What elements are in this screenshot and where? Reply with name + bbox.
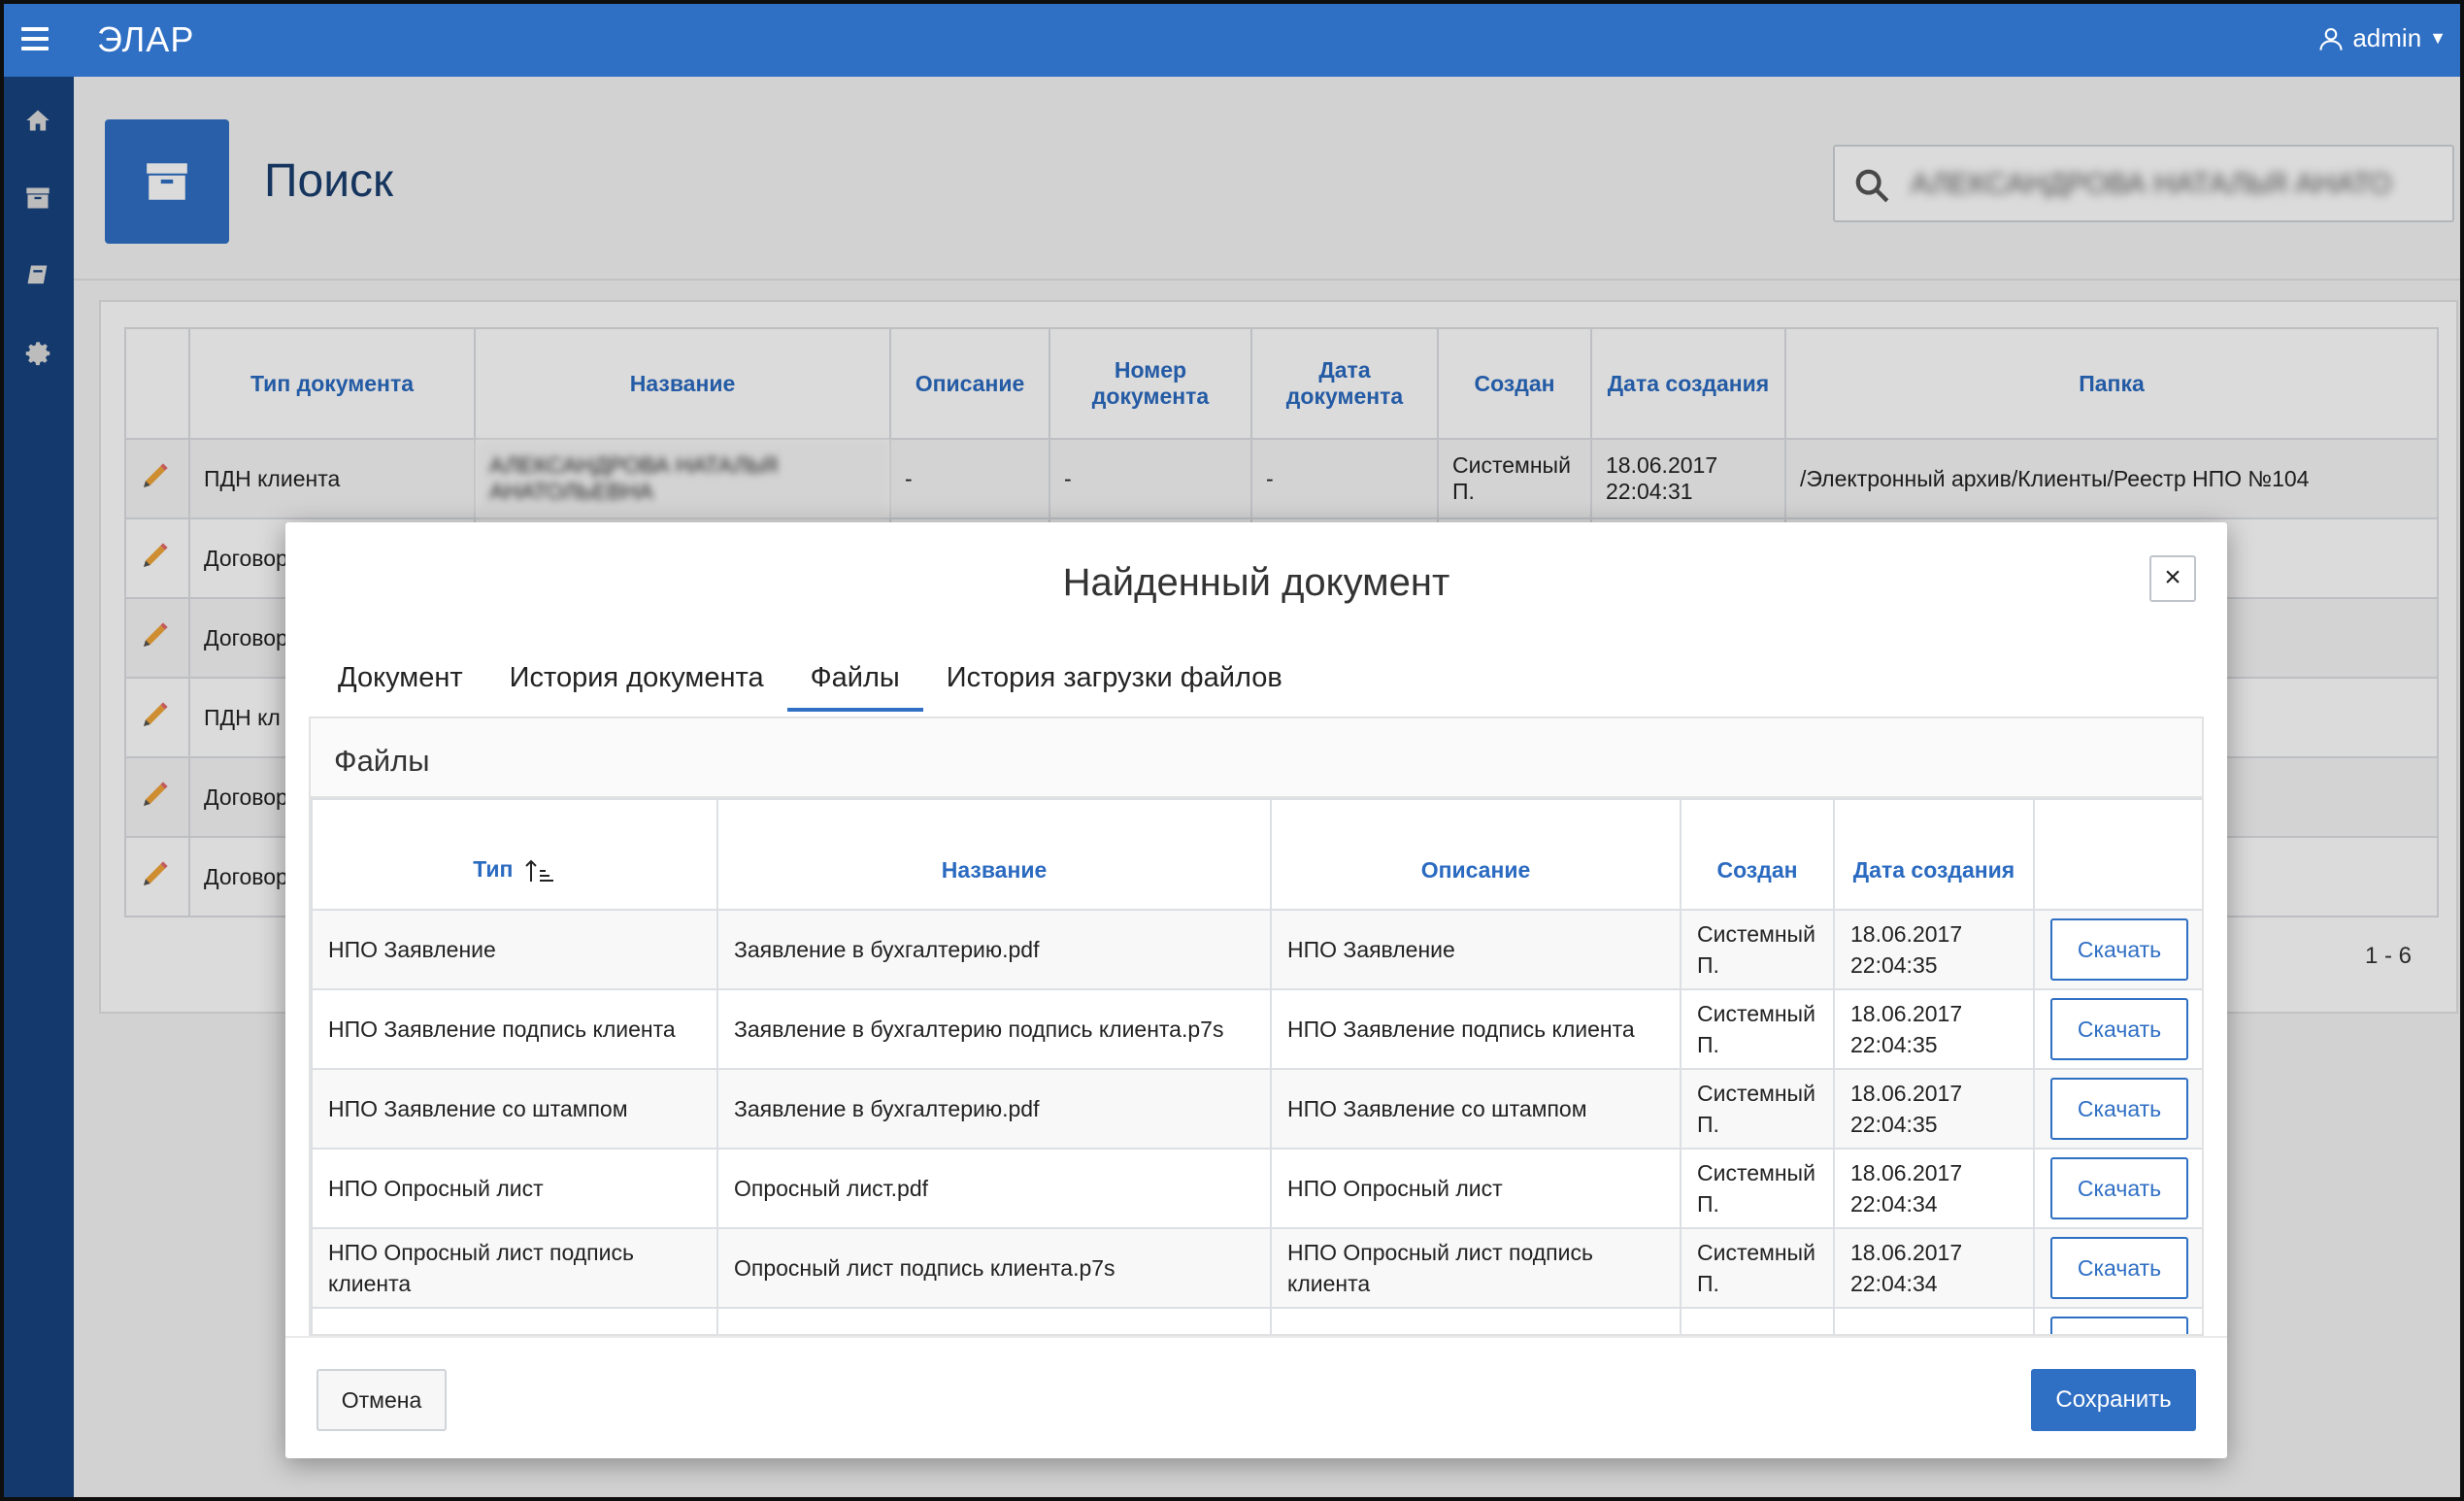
found-document-dialog: Найденный документ × Документ История до…	[285, 522, 2227, 1458]
cell-created-by: Системный П.	[1680, 1148, 1835, 1229]
column-header-type[interactable]: Тип	[311, 798, 718, 911]
table-row: НПО Опросный лист подпись клиента Опросн…	[311, 1227, 2202, 1309]
dialog-footer: Отмена Сохранить	[285, 1336, 2227, 1458]
tab-document[interactable]: Документ	[315, 656, 486, 712]
files-section-title: Файлы	[311, 718, 2202, 798]
menu-icon[interactable]	[21, 27, 49, 52]
column-header-actions	[2033, 798, 2202, 911]
close-button[interactable]: ×	[2149, 555, 2196, 602]
cell-created-by: Системный П.	[1680, 909, 1835, 990]
table-row: НПО Опросный лист Опросный лист.pdf НПО …	[311, 1148, 2202, 1229]
cell-type: НПО Заявление со штампом	[311, 1068, 718, 1150]
download-button[interactable]: Скачать	[2050, 1078, 2188, 1140]
column-header-created[interactable]: Дата создания	[1833, 798, 2035, 911]
user-menu[interactable]: admin ▼	[2317, 23, 2447, 53]
column-header-name[interactable]: Название	[716, 798, 1272, 911]
cell-type: НПО Заявление	[311, 909, 718, 990]
cell-created: 18.06.2017	[1833, 1307, 2035, 1334]
cell-description: НПО Опросный лист подпись	[1270, 1307, 1682, 1334]
table-row: НПО Заявление Заявление в бухгалтерию.pd…	[311, 909, 2202, 990]
files-section[interactable]: Файлы Тип Название Описание Создан Дата …	[309, 717, 2204, 1336]
cell-created: 18.06.2017 22:04:35	[1833, 988, 2035, 1070]
cell-name: Опросный лист подпись сотрудника	[716, 1307, 1272, 1334]
brand-logo[interactable]: ЭЛАР	[97, 19, 194, 60]
sort-ascending-icon[interactable]	[523, 858, 556, 884]
cell-actions: Скачать	[2033, 1307, 2202, 1334]
column-header-type-label: Тип	[473, 856, 514, 883]
top-bar: ЭЛАР admin ▼	[4, 4, 2460, 77]
download-button[interactable]: Скачать	[2050, 998, 2188, 1060]
cell-created-by: Системный П.	[1680, 1068, 1835, 1150]
tab-upload-history[interactable]: История загрузки файлов	[923, 656, 1306, 712]
download-button[interactable]: Скачать	[2050, 1317, 2188, 1334]
cell-created: 18.06.2017 22:04:35	[1833, 909, 2035, 990]
cell-name: Опросный лист.pdf	[716, 1148, 1272, 1229]
cell-name: Заявление в бухгалтерию подпись клиента.…	[716, 988, 1272, 1070]
cell-name: Заявление в бухгалтерию.pdf	[716, 909, 1272, 990]
cell-description: НПО Опросный лист	[1270, 1148, 1682, 1229]
column-header-created-by[interactable]: Создан	[1680, 798, 1835, 911]
cell-actions: Скачать	[2033, 1227, 2202, 1309]
cell-description: НПО Заявление	[1270, 909, 1682, 990]
table-row: НПО Заявление подпись клиента Заявление …	[311, 988, 2202, 1070]
sidebar-dim	[4, 77, 74, 1497]
cell-type: НПО Опросный лист подпись	[311, 1307, 718, 1334]
cell-created-by: Системный П.	[1680, 1227, 1835, 1309]
cell-created-by: Системный	[1680, 1307, 1835, 1334]
download-button[interactable]: Скачать	[2050, 1237, 2188, 1299]
chevron-down-icon: ▼	[2429, 28, 2447, 48]
cell-actions: Скачать	[2033, 988, 2202, 1070]
user-name: admin	[2352, 23, 2422, 52]
cell-description: НПО Заявление подпись клиента	[1270, 988, 1682, 1070]
download-button[interactable]: Скачать	[2050, 918, 2188, 981]
cell-actions: Скачать	[2033, 1148, 2202, 1229]
download-button[interactable]: Скачать	[2050, 1157, 2188, 1219]
cell-type: НПО Опросный лист	[311, 1148, 718, 1229]
cell-created-by: Системный П.	[1680, 988, 1835, 1070]
cell-created: 18.06.2017 22:04:34	[1833, 1148, 2035, 1229]
cell-actions: Скачать	[2033, 1068, 2202, 1150]
cell-created: 18.06.2017 22:04:34	[1833, 1227, 2035, 1309]
app-window: ЭЛАР admin ▼ Поиск АЛЕКСАНДРОВА НАТАЛЬЯ …	[4, 4, 2460, 1497]
table-row: НПО Заявление со штампом Заявление в бух…	[311, 1068, 2202, 1150]
save-button[interactable]: Сохранить	[2031, 1369, 2196, 1431]
cell-type: НПО Заявление подпись клиента	[311, 988, 718, 1070]
table-row: НПО Опросный лист подпись Опросный лист …	[311, 1307, 2202, 1334]
tab-document-history[interactable]: История документа	[486, 656, 787, 712]
cell-actions: Скачать	[2033, 909, 2202, 990]
dialog-title: Найденный документ	[1062, 561, 1450, 604]
column-header-description[interactable]: Описание	[1270, 798, 1682, 911]
tab-files[interactable]: Файлы	[786, 656, 923, 712]
cell-name: Заявление в бухгалтерию.pdf	[716, 1068, 1272, 1150]
files-table: Тип Название Описание Создан Дата создан…	[311, 798, 2202, 1334]
cell-description: НПО Заявление со штампом	[1270, 1068, 1682, 1150]
user-icon	[2319, 27, 2343, 50]
dialog-tabs: Документ История документа Файлы История…	[315, 656, 1306, 712]
cell-description: НПО Опросный лист подпись клиента	[1270, 1227, 1682, 1309]
cell-name: Опросный лист подпись клиента.p7s	[716, 1227, 1272, 1309]
cell-created: 18.06.2017 22:04:35	[1833, 1068, 2035, 1150]
cell-type: НПО Опросный лист подпись клиента	[311, 1227, 718, 1309]
cancel-button[interactable]: Отмена	[316, 1369, 447, 1431]
